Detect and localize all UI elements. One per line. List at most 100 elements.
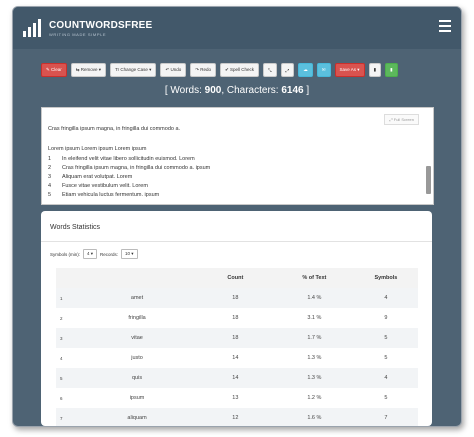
editor-line: Cras fringilla ipsum magna, in fringilla… <box>48 126 181 132</box>
editor-list-line: 4 Fusce vitae vestibulum velit. Lorem <box>48 183 148 189</box>
list-text: Etiam vehicula luctus fermentum. ipsum <box>62 192 160 198</box>
table-row: 5 quis 14 1.3 % 4 <box>56 368 418 388</box>
percent-cell: 1.7 % <box>274 328 354 348</box>
toolbar-button[interactable]: ✉ <box>316 63 331 77</box>
records-label: Records: <box>100 251 119 257</box>
column-header-word <box>78 268 196 288</box>
table-row: 1 amet 18 1.4 % 4 <box>56 288 418 308</box>
editor-scrollbar[interactable] <box>426 166 431 194</box>
toolbar-button[interactable]: ⤢ <box>280 63 295 77</box>
toolbar-button[interactable]: ☁ <box>298 63 313 77</box>
percent-cell: 3.1 % <box>307 315 322 321</box>
toolbar-button[interactable]: ⤡ <box>263 63 277 77</box>
count-cell: 14 <box>195 368 275 388</box>
editor-list-line: 1 In eleifend velit vitae libero sollicit… <box>48 156 195 162</box>
row-index: 7 <box>56 408 79 426</box>
column-header-count[interactable]: Count <box>195 268 275 288</box>
row-index: 4 <box>60 355 63 361</box>
logo-subtext: WRITING MADE SIMPLE <box>49 31 107 37</box>
word-cell: aliquam <box>78 408 196 426</box>
list-text: Fusce vitae vestibulum velit. Lorem <box>62 183 148 189</box>
list-number: 5 <box>48 192 52 198</box>
count-cell: 14 <box>232 355 239 361</box>
column-header-percent[interactable]: % of Text <box>274 268 354 288</box>
word-cell: justo <box>131 355 143 361</box>
list-text: In eleifend velit vitae libero sollicitu… <box>62 156 195 162</box>
symbols-cell: 4 <box>353 368 418 388</box>
editor-list-line: 2 Cras fringilla ipsum magna, in fringill… <box>48 165 210 171</box>
table-row: 3 vitae 18 1.7 % 5 <box>56 328 418 348</box>
editor-list-line: 3 Aliquam erat volutpat. Lorem <box>48 174 132 180</box>
row-index: 2 <box>60 315 63 321</box>
editor-line: Lorem ipsum Lorem ipsum Lorem ipsum <box>48 146 147 152</box>
top-navbar: COUNTWORDSFREE WRITING MADE SIMPLE <box>13 7 461 49</box>
bar-chart-logo-icon <box>23 19 43 37</box>
toolbar-button[interactable]: ✎ Clear <box>41 63 67 77</box>
table-header-row: Count % of Text Symbols <box>56 268 418 288</box>
word-cell: quis <box>78 368 196 388</box>
toolbar-button[interactable]: ↶ Undo <box>160 63 187 77</box>
list-number: 1 <box>48 156 52 162</box>
divider <box>41 241 432 242</box>
text-editor[interactable]: ⤢ Full Screen Cras fringilla ipsum magna… <box>41 107 434 205</box>
toolbar-button[interactable]: ✔ Spell Check <box>220 63 260 77</box>
logo-text: COUNTWORDSFREE <box>49 19 153 31</box>
statistics-controls: Symbols (min): 4 ▾ Records: 10 ▾ <box>50 249 138 259</box>
percent-cell: 1.3 % <box>274 368 354 388</box>
toolbar-button[interactable]: Tr Change Case ▾ <box>110 63 157 77</box>
hamburger-menu-icon[interactable] <box>439 20 451 35</box>
symbols-cell: 5 <box>353 328 418 348</box>
row-index: 3 <box>56 328 79 348</box>
column-header-symbols[interactable]: Symbols <box>353 268 418 288</box>
characters-label: , Characters: <box>221 85 279 96</box>
table-row: 6 ipsum 13 1.2 % 5 <box>56 388 418 408</box>
summary-close-bracket: ] <box>306 85 310 96</box>
symbols-min-label: Symbols (min): <box>50 251 81 257</box>
word-count-summary: [ Words: 900, Characters: 6146 ] <box>13 85 461 96</box>
symbols-cell: 5 <box>384 395 388 401</box>
table-row: 2 fringilla 18 3.1 % 9 <box>56 308 418 328</box>
toolbar-button[interactable]: Save As ▾ <box>334 63 365 77</box>
count-cell: 12 <box>195 408 275 426</box>
percent-cell: 1.3 % <box>307 355 322 361</box>
words-statistics-table: Count % of Text Symbols 1 amet 18 1.4 % 4 2 fr… <box>56 268 418 426</box>
percent-cell: 1.2 % <box>307 395 322 401</box>
toolbar-button[interactable]: ⇆ Remove ▾ <box>70 63 107 77</box>
word-cell: fringilla <box>128 315 146 321</box>
app-window: COUNTWORDSFREE WRITING MADE SIMPLE ✎ Cle… <box>12 6 462 427</box>
records-select[interactable]: 10 ▾ <box>121 249 138 259</box>
symbols-min-select[interactable]: 4 ▾ <box>83 249 98 259</box>
count-cell: 18 <box>195 288 275 308</box>
list-number: 4 <box>48 183 52 189</box>
count-cell: 18 <box>195 328 275 348</box>
characters-value: 6146 <box>281 85 304 96</box>
panel-title: Words Statistics <box>50 224 101 231</box>
percent-cell: 1.4 % <box>274 288 354 308</box>
list-text: Aliquam erat volutpat. Lorem <box>62 174 133 180</box>
word-cell: amet <box>78 288 196 308</box>
word-cell: ipsum <box>129 395 145 401</box>
toolbar-button[interactable]: ▮ <box>368 63 382 77</box>
count-cell: 18 <box>232 315 239 321</box>
list-text: Cras fringilla ipsum magna, in fringilla… <box>62 165 211 171</box>
editor-toolbar: ✎ Clear ⇆ Remove ▾ Tr Change Case ▾ ↶ Undo ↷… <box>41 63 398 77</box>
toolbar-button[interactable]: ▮ <box>385 63 398 77</box>
symbols-cell: 9 <box>384 315 388 321</box>
count-cell: 13 <box>232 395 239 401</box>
row-index: 6 <box>60 395 63 401</box>
symbols-cell: 5 <box>384 355 388 361</box>
fullscreen-button[interactable]: ⤢ Full Screen <box>384 114 419 125</box>
column-header-index <box>56 268 79 288</box>
logo[interactable]: COUNTWORDSFREE WRITING MADE SIMPLE <box>23 19 152 37</box>
symbols-cell: 4 <box>353 288 418 308</box>
words-label: [ Words: <box>164 85 202 96</box>
list-number: 3 <box>48 174 52 180</box>
toolbar-button[interactable]: ↷ Redo <box>190 63 216 77</box>
word-cell: vitae <box>78 328 196 348</box>
table-row: 7 aliquam 12 1.6 % 7 <box>56 408 418 426</box>
words-statistics-panel: Words Statistics Symbols (min): 4 ▾ Reco… <box>41 211 432 426</box>
list-number: 2 <box>48 165 52 171</box>
editor-list-line: 5 Etiam vehicula luctus fermentum. ipsum <box>48 192 159 198</box>
words-value: 900 <box>204 85 222 96</box>
row-index: 5 <box>56 368 79 388</box>
